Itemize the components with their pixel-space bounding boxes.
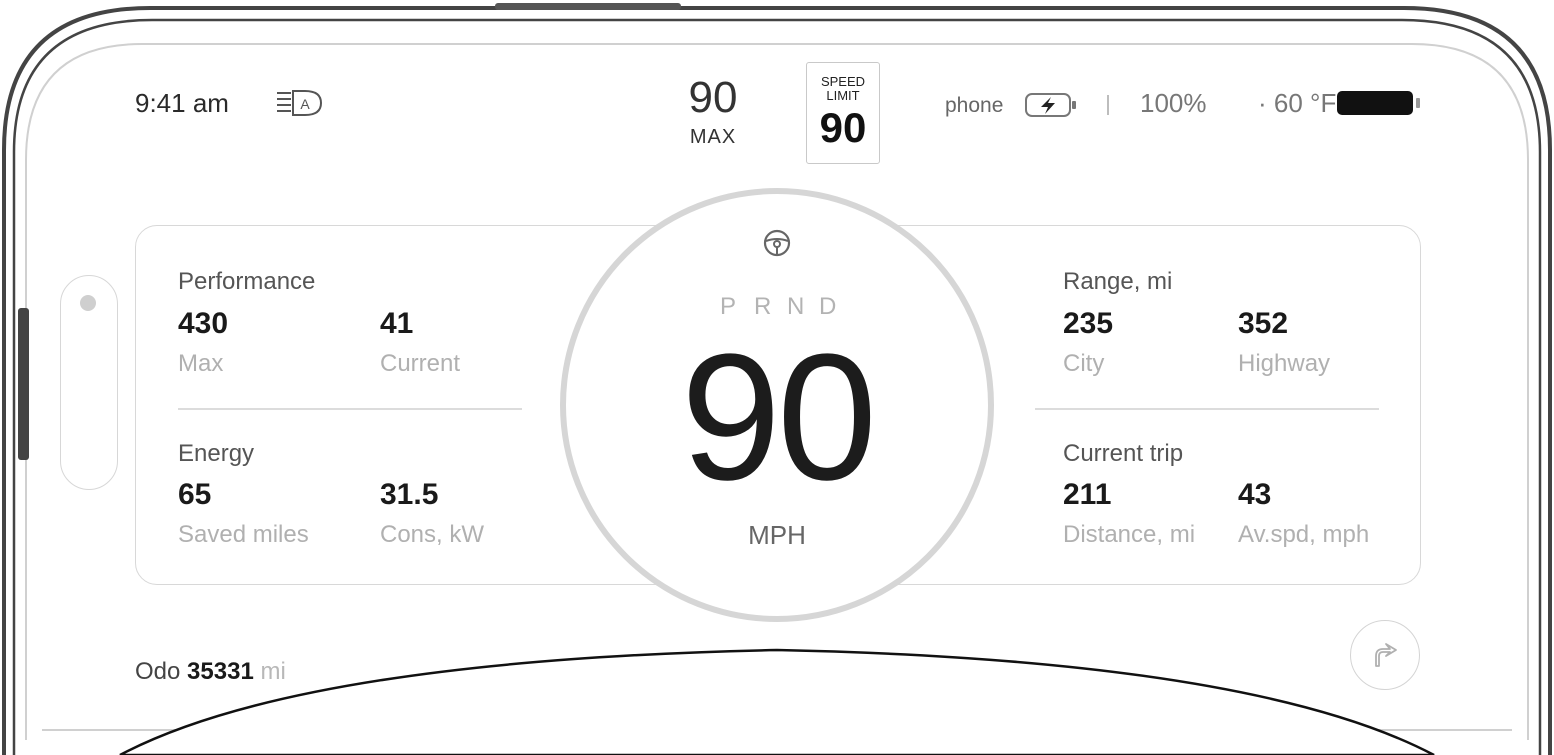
trip-avg-speed-label: Av.spd, mph [1238,521,1370,548]
steering-wheel-icon [763,229,791,257]
odometer: Odo 35331 mi [135,658,286,686]
temperature: · 60 °F [1258,88,1336,119]
battery-full-icon [1337,91,1420,115]
speed-value: 90 [680,317,877,518]
left-divider [178,408,522,410]
speed-limit-sign: SPEED LIMIT 90 [806,62,880,164]
set-speed: 90 MAX [670,76,756,149]
speed-limit-line1: SPEED [820,74,866,89]
phone-label: phone [945,94,1004,117]
speed-unit: MPH [748,520,806,550]
trip-distance-label: Distance, mi [1063,521,1196,548]
range-highway-value: 352 [1238,307,1289,340]
navigation-button[interactable] [1350,620,1420,690]
navigation-arrow-icon [1375,643,1397,667]
svg-text:A: A [300,96,310,112]
trip-distance-value: 211 [1063,478,1112,511]
trip-avg-speed-value: 43 [1238,478,1272,511]
energy-saved-label: Saved miles [178,521,309,548]
energy-saved-value: 65 [178,478,212,511]
clock: 9:41 am [135,88,229,118]
set-speed-label: MAX [689,126,737,148]
energy-cons-value: 31.5 [380,478,439,511]
performance-max-label: Max [178,350,224,377]
phone-charging-icon [1025,93,1076,117]
performance-max-value: 430 [178,307,229,340]
dashboard-screen: 9:41 am A 90 MAX SPEED LIMIT 90 phone 10… [0,0,1554,755]
speed-limit-line2: LIMIT [826,88,860,103]
side-handle-dot [80,295,96,311]
temperature-value: 60 °F [1273,88,1337,118]
range-highway-label: Highway [1238,350,1331,377]
dot-separator: · [1258,88,1267,118]
current-trip-title: Current trip [1063,440,1184,467]
speed-limit-value: 90 [819,104,867,151]
odometer-label: Odo [135,658,181,685]
status-separator [1107,95,1109,115]
right-divider [1035,408,1379,410]
range-city-value: 235 [1063,307,1114,340]
range-city-label: City [1063,350,1105,377]
side-handle[interactable] [60,275,118,490]
energy-title: Energy [178,440,255,467]
speed-limit-title: SPEED LIMIT [807,75,879,103]
odometer-value: 35331 [187,658,254,685]
energy-cons-label: Cons, kW [380,521,485,548]
battery-percent: 100% [1140,88,1207,118]
performance-current-label: Current [380,350,461,377]
auto-headlights-icon: A [277,90,323,116]
odometer-unit: mi [260,658,286,685]
set-speed-value: 90 [688,73,738,122]
performance-title: Performance [178,268,316,295]
range-title: Range, mi [1063,268,1173,295]
performance-current-value: 41 [380,307,414,340]
